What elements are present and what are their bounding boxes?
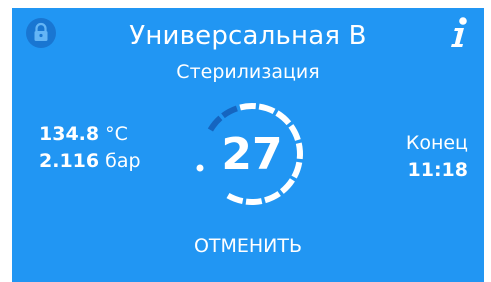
temperature-value: 134.8 <box>39 123 100 145</box>
phase-label: Стерилизация <box>176 61 320 83</box>
temperature-reading: 134.8 °C <box>39 121 141 148</box>
readings-panel: 134.8 °C 2.116 бар <box>39 121 141 175</box>
pressure-value: 2.116 <box>39 150 100 172</box>
pressure-reading: 2.116 бар <box>39 148 141 175</box>
end-label: Конец <box>405 132 468 154</box>
cancel-button[interactable]: ОТМЕНИТЬ <box>12 234 484 258</box>
end-time: 11:18 <box>407 159 468 181</box>
program-title: Универсальная B <box>129 21 367 51</box>
countdown-value: 27 <box>221 128 283 180</box>
pressure-unit: бар <box>105 150 141 172</box>
temperature-unit: °C <box>105 123 128 145</box>
end-time-panel: Конец 11:18 <box>406 130 468 184</box>
sterilizer-screen: Универсальная B Стерилизация 134.8 °C 2.… <box>12 8 484 282</box>
